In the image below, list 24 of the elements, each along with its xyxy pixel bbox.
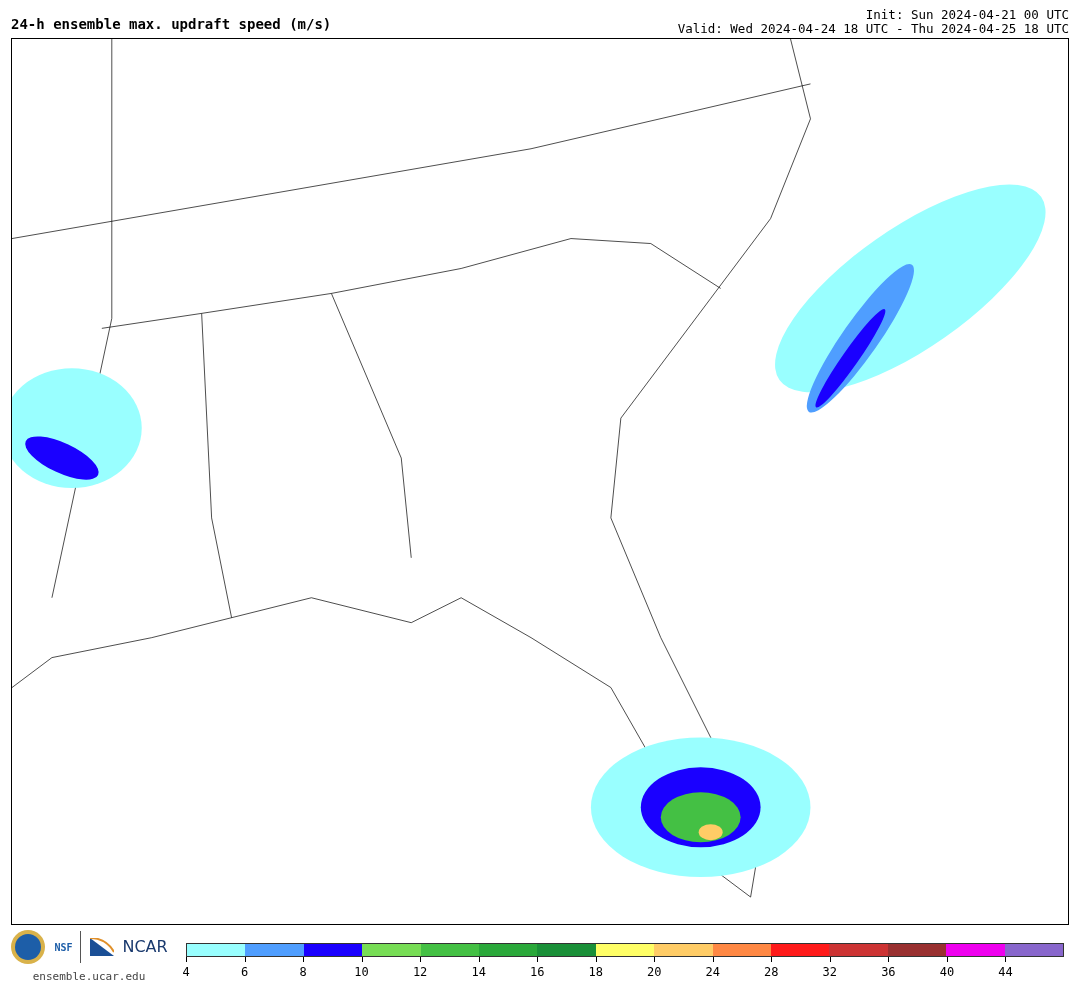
logo-text: NCAR [122, 936, 168, 958]
tick-label: 12 [412, 964, 428, 981]
divider-icon [80, 931, 83, 963]
tick-label: 4 [182, 964, 190, 981]
tick-label: 32 [822, 964, 838, 981]
tick-label: 44 [998, 964, 1013, 981]
site-url: ensemble.ucar.edu [32, 969, 146, 985]
tick-label: 36 [881, 964, 896, 981]
tick-label: 10 [354, 964, 369, 981]
tick-label: 16 [529, 964, 545, 981]
tick-label: 20 [647, 964, 662, 981]
tick-label: 40 [939, 964, 955, 981]
tick-label: 24 [705, 964, 720, 981]
valid-time: Valid: Wed 2024-04-24 18 UTC - Thu 2024-04-25 18 UTC [677, 22, 1069, 36]
tick-label: 14 [471, 964, 486, 981]
chart-title: 24-h ensemble max. updraft speed (m/s) [11, 15, 332, 34]
globe-logo-icon [10, 929, 47, 965]
tick-label: 28 [764, 964, 779, 981]
init-time: Init: Sun 2024-04-21 00 UTC [864, 8, 1069, 22]
wedge-logo-icon [90, 938, 115, 956]
tick-label: 18 [588, 964, 603, 981]
tick-label: 8 [299, 964, 307, 981]
logo-text: NSF [54, 940, 73, 955]
tick-label: 6 [240, 964, 249, 981]
